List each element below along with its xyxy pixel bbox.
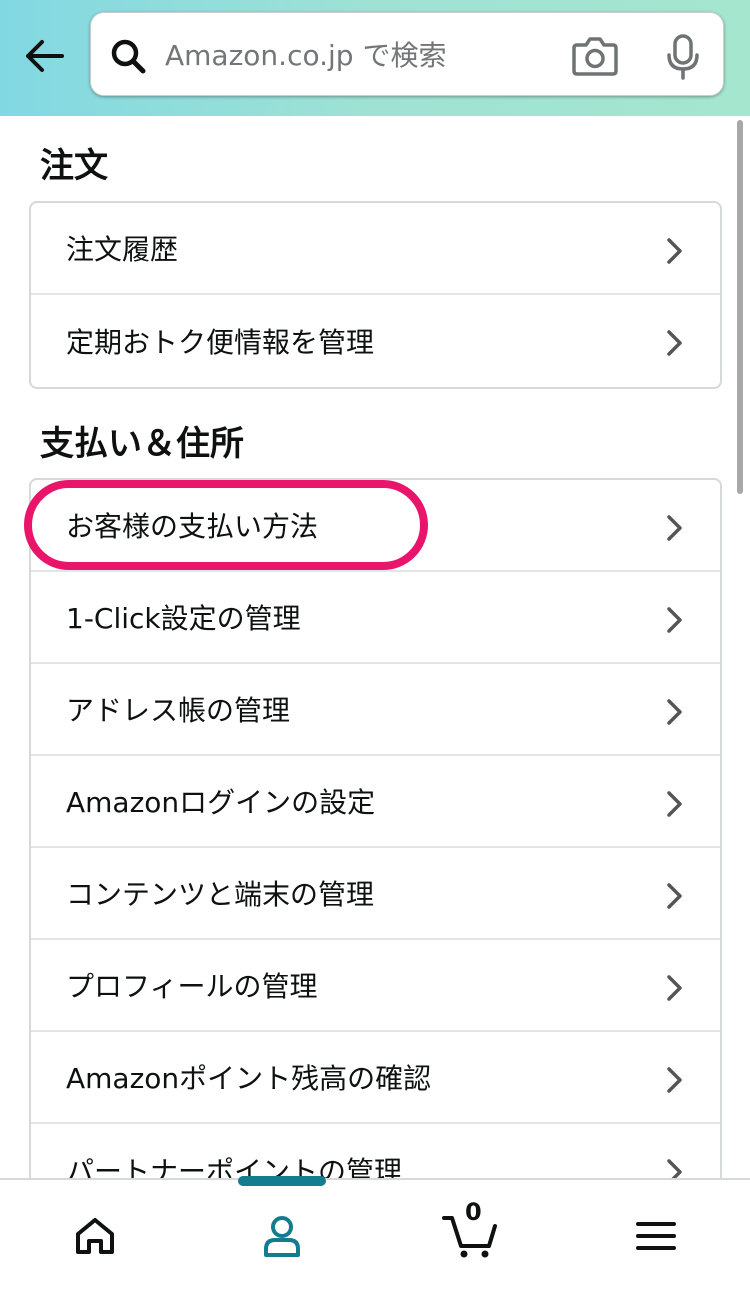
menu-item-order-history[interactable]: 注文履歴: [31, 203, 720, 295]
chevron-right-icon: [667, 1159, 682, 1178]
microphone-icon[interactable]: [665, 33, 701, 81]
top-header: [0, 0, 750, 116]
menu-item-address-book[interactable]: アドレス帳の管理: [31, 664, 720, 756]
menu-item-label: 注文履歴: [66, 233, 179, 266]
active-tab-indicator: [238, 1176, 326, 1186]
cart-count-badge: 0: [465, 1198, 482, 1226]
search-input[interactable]: [165, 33, 565, 77]
menu-item-profile[interactable]: プロフィールの管理: [31, 940, 720, 1032]
chevron-right-icon: [667, 975, 682, 1001]
chevron-right-icon: [667, 330, 682, 356]
nav-account[interactable]: [242, 1208, 322, 1264]
chevron-right-icon: [667, 699, 682, 725]
menu-item-label: 定期おトク便情報を管理: [66, 326, 375, 359]
account-icon: [264, 1216, 300, 1257]
menu-item-label: プロフィールの管理: [66, 970, 318, 1003]
chevron-right-icon: [667, 515, 682, 541]
menu-item-label: アドレス帳の管理: [66, 694, 291, 727]
menu-item-label: 1-Click設定の管理: [66, 602, 301, 635]
search-icon[interactable]: [109, 37, 149, 77]
menu-item-label: パートナーポイントの管理: [66, 1155, 403, 1178]
home-icon: [76, 1218, 114, 1254]
search-bar[interactable]: [90, 12, 724, 96]
menu-item-login-settings[interactable]: Amazonログインの設定: [31, 756, 720, 848]
menu-item-label: コンテンツと端末の管理: [66, 878, 375, 911]
menu-item-points-balance[interactable]: Amazonポイント残高の確認: [31, 1032, 720, 1124]
menu-item-subscribe-save[interactable]: 定期おトク便情報を管理: [31, 295, 720, 387]
menu-item-label: お客様の支払い方法: [66, 510, 319, 543]
orders-card: 注文履歴 定期おトク便情報を管理: [29, 201, 722, 389]
section-title-payment-address: 支払い＆住所: [40, 424, 244, 464]
chevron-right-icon: [667, 607, 682, 633]
nav-menu[interactable]: [616, 1208, 696, 1264]
menu-item-1click-settings[interactable]: 1-Click設定の管理: [31, 572, 720, 664]
bottom-nav: 0: [0, 1178, 750, 1290]
account-settings-list: 注文 注文履歴 定期おトク便情報を管理 支払い＆住所 お客様の支払い方法 1-C…: [0, 116, 750, 1178]
menu-item-content-devices[interactable]: コンテンツと端末の管理: [31, 848, 720, 940]
chevron-right-icon: [667, 791, 682, 817]
nav-home[interactable]: [55, 1208, 135, 1264]
arrow-left-icon: [26, 40, 64, 72]
chevron-right-icon: [667, 238, 682, 264]
chevron-right-icon: [667, 1067, 682, 1093]
menu-item-label: Amazonログインの設定: [66, 786, 376, 819]
menu-icon: [636, 1222, 676, 1250]
back-button[interactable]: [20, 34, 68, 78]
menu-item-payment-methods[interactable]: お客様の支払い方法: [31, 480, 720, 572]
menu-item-partner-points[interactable]: パートナーポイントの管理: [31, 1124, 720, 1178]
menu-item-label: Amazonポイント残高の確認: [66, 1062, 432, 1095]
chevron-right-icon: [667, 883, 682, 909]
payment-address-card: お客様の支払い方法 1-Click設定の管理 アドレス帳の管理 Amazonログ…: [29, 478, 722, 1178]
camera-icon[interactable]: [571, 35, 619, 77]
scrollbar[interactable]: [737, 120, 743, 494]
nav-cart[interactable]: 0: [430, 1198, 510, 1264]
section-title-orders: 注文: [40, 146, 108, 186]
